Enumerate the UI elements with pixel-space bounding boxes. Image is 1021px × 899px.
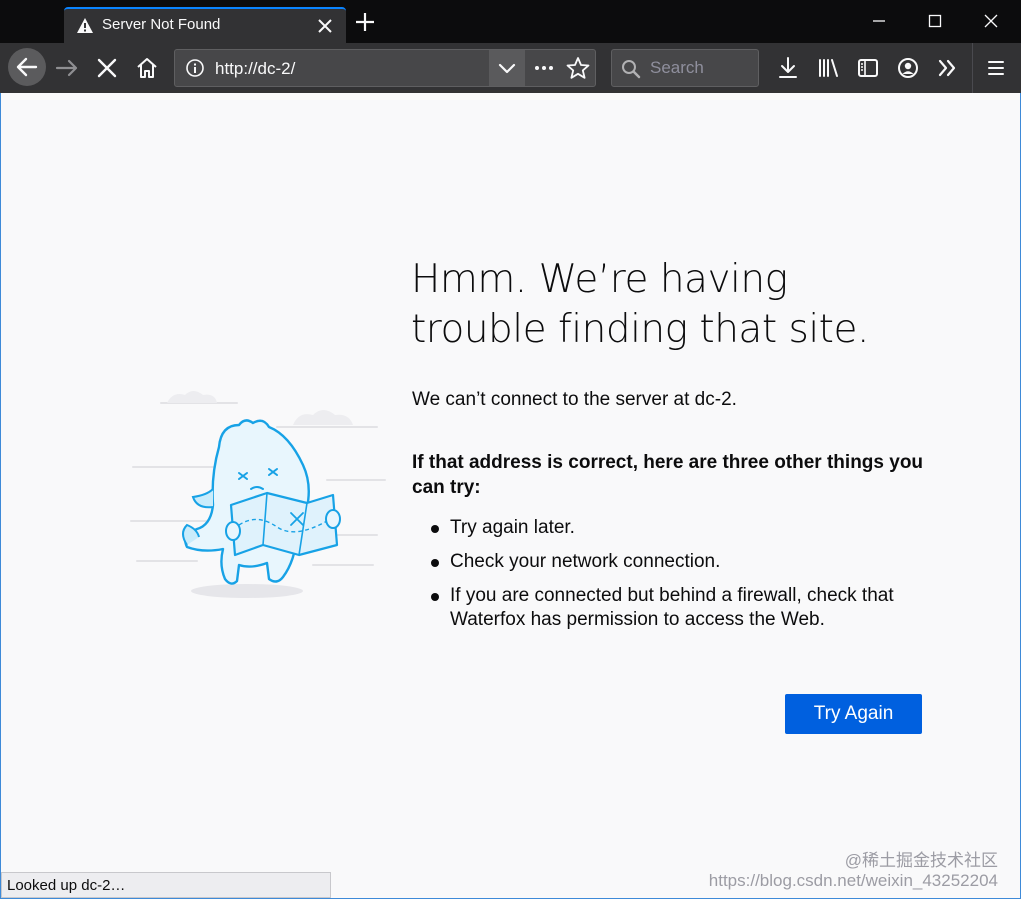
hamburger-menu-button[interactable] bbox=[979, 51, 1013, 85]
bookmark-star-icon[interactable] bbox=[563, 54, 593, 82]
watermark: @稀土掘金技术社区 https://blog.csdn.net/weixin_4… bbox=[709, 851, 998, 891]
minimize-window-button[interactable] bbox=[856, 4, 902, 38]
overflow-chevron-icon[interactable] bbox=[931, 51, 965, 85]
library-button[interactable] bbox=[811, 51, 845, 85]
sidebar-toggle-button[interactable] bbox=[851, 51, 885, 85]
tab-strip: Server Not Found bbox=[0, 0, 1021, 43]
tab-title: Server Not Found bbox=[102, 16, 221, 33]
suggestion-item: If you are connected but behind a firewa… bbox=[412, 584, 972, 632]
suggestions-list: Try again later. Check your network conn… bbox=[412, 516, 972, 642]
maximize-window-button[interactable] bbox=[912, 4, 958, 38]
search-input[interactable] bbox=[650, 56, 754, 80]
suggestion-text: Try again later. bbox=[450, 517, 575, 538]
tab-server-not-found[interactable]: Server Not Found bbox=[64, 7, 346, 43]
suggestion-item: Try again later. bbox=[412, 516, 972, 540]
error-page: Hmm. We’re having trouble finding that s… bbox=[0, 93, 1021, 899]
back-button[interactable] bbox=[8, 48, 46, 86]
new-tab-icon[interactable] bbox=[353, 10, 377, 34]
stop-loading-button[interactable] bbox=[90, 51, 124, 85]
suggestions-heading: If that address is correct, here are thr… bbox=[412, 452, 924, 498]
home-button[interactable] bbox=[130, 51, 164, 85]
suggestion-text: If you are connected but behind a firewa… bbox=[450, 585, 894, 630]
status-bar: Looked up dc-2… bbox=[1, 872, 331, 898]
lost-dino-illustration bbox=[127, 385, 387, 605]
info-icon[interactable] bbox=[185, 58, 205, 78]
warning-icon bbox=[76, 17, 94, 35]
suggestion-text: Check your network connection. bbox=[450, 551, 721, 572]
page-title: Hmm. We’re having trouble finding that s… bbox=[411, 255, 971, 355]
search-icon bbox=[620, 58, 642, 80]
forward-button[interactable] bbox=[50, 51, 84, 85]
bullet-icon bbox=[431, 559, 439, 567]
suggestion-item: Check your network connection. bbox=[412, 550, 972, 574]
bullet-icon bbox=[431, 593, 439, 601]
page-title-line-1: Hmm. We’re having bbox=[411, 257, 788, 302]
url-text[interactable]: http://dc-2/ bbox=[215, 59, 295, 79]
watermark-line-2: https://blog.csdn.net/weixin_43252204 bbox=[708, 871, 998, 890]
url-history-dropdown[interactable] bbox=[489, 50, 525, 86]
downloads-button[interactable] bbox=[771, 51, 805, 85]
close-tab-icon[interactable] bbox=[316, 17, 334, 35]
account-button[interactable] bbox=[891, 51, 925, 85]
search-bar[interactable] bbox=[611, 49, 759, 87]
watermark-line-1: @稀土掘金技术社区 bbox=[844, 851, 998, 870]
error-description: We can’t connect to the server at dc-2. bbox=[412, 389, 737, 410]
close-window-button[interactable] bbox=[968, 4, 1014, 38]
url-bar[interactable]: http://dc-2/ bbox=[174, 49, 596, 87]
navigation-toolbar: http://dc-2/ bbox=[0, 43, 1021, 93]
toolbar-separator bbox=[972, 43, 973, 93]
page-title-line-2: trouble finding that site. bbox=[411, 307, 869, 352]
try-again-button[interactable]: Try Again bbox=[785, 694, 922, 734]
bullet-icon bbox=[431, 525, 439, 533]
browser-chrome: Server Not Found http://dc-2/ Search bbox=[0, 0, 1021, 93]
page-actions-menu-icon[interactable] bbox=[529, 54, 559, 82]
